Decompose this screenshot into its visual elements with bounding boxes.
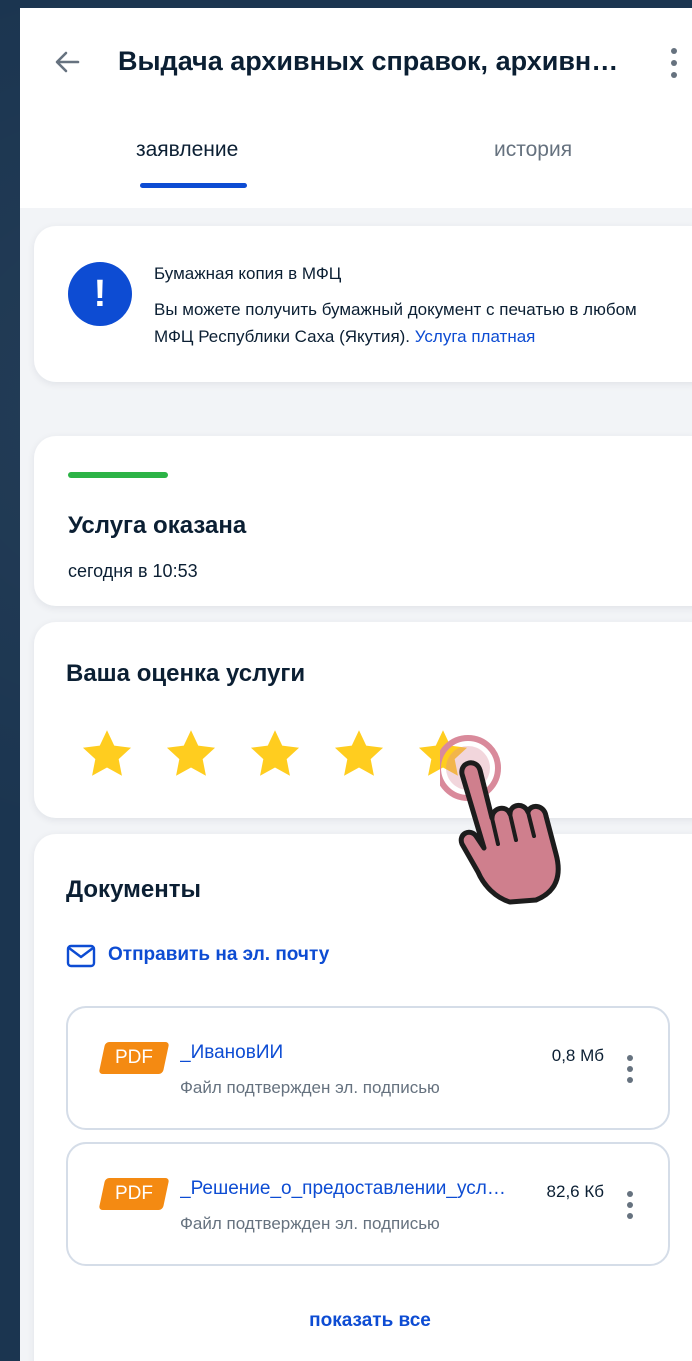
info-body: Вы можете получить бумажный документ с п… — [154, 300, 637, 346]
rating-title: Ваша оценка услуги — [66, 660, 306, 687]
documents-card: Документы Отправить на эл. почту PDF _Ив… — [34, 834, 692, 1361]
tab-history[interactable]: история — [494, 138, 572, 162]
status-time: сегодня в 10:53 — [68, 561, 198, 581]
document-signature-status: Файл подтвержден эл. подписью — [180, 1214, 440, 1233]
status-card: Услуга оказана сегодня в 10:53 — [34, 436, 692, 606]
exclamation-icon: ! — [68, 262, 132, 326]
page-title: Выдача архивных справок, архивных выписо… — [118, 46, 638, 76]
active-tab-indicator — [140, 183, 247, 188]
top-app-bar: Выдача архивных справок, архивных выписо… — [20, 8, 692, 118]
info-card: ! Бумажная копия в МФЦ Вы можете получит… — [34, 226, 692, 382]
tab-application[interactable]: заявление — [136, 138, 238, 162]
pdf-file-icon: PDF — [98, 1178, 170, 1210]
info-text: Вы можете получить бумажный документ с п… — [154, 296, 674, 350]
document-name[interactable]: _Решение_о_предоставлении_услуги — [180, 1178, 510, 1200]
status-indicator — [68, 472, 168, 478]
star-icon[interactable] — [246, 726, 304, 782]
document-item[interactable]: PDF _ИвановИИ 0,8 Мб Файл подтвержден эл… — [66, 1006, 670, 1130]
back-arrow-icon[interactable] — [50, 44, 86, 80]
more-vert-icon[interactable] — [666, 46, 682, 80]
document-item[interactable]: PDF _Решение_о_предоставлении_услуги 82,… — [66, 1142, 670, 1266]
star-icon[interactable] — [78, 726, 136, 782]
document-size: 0,8 Мб — [551, 1046, 604, 1065]
tab-bar: заявление история — [20, 118, 692, 208]
more-vert-icon[interactable] — [624, 1188, 636, 1222]
paid-service-link[interactable]: Услуга платная — [415, 327, 536, 346]
mail-icon — [66, 944, 96, 968]
pdf-file-icon: PDF — [98, 1042, 170, 1074]
star-icon[interactable] — [330, 726, 388, 782]
status-title: Услуга оказана — [68, 512, 247, 539]
tap-hand-icon — [440, 735, 561, 905]
send-email-label: Отправить на эл. почту — [108, 944, 330, 965]
info-title: Бумажная копия в МФЦ — [154, 264, 342, 283]
documents-title: Документы — [66, 876, 201, 903]
show-all-link[interactable]: показать все — [34, 1310, 692, 1332]
document-name[interactable]: _ИвановИИ — [180, 1042, 510, 1064]
document-signature-status: Файл подтвержден эл. подписью — [180, 1078, 440, 1097]
document-size: 82,6 Кб — [546, 1182, 604, 1201]
app-screen: Выдача архивных справок, архивных выписо… — [20, 8, 692, 1361]
star-icon[interactable] — [162, 726, 220, 782]
more-vert-icon[interactable] — [624, 1052, 636, 1086]
